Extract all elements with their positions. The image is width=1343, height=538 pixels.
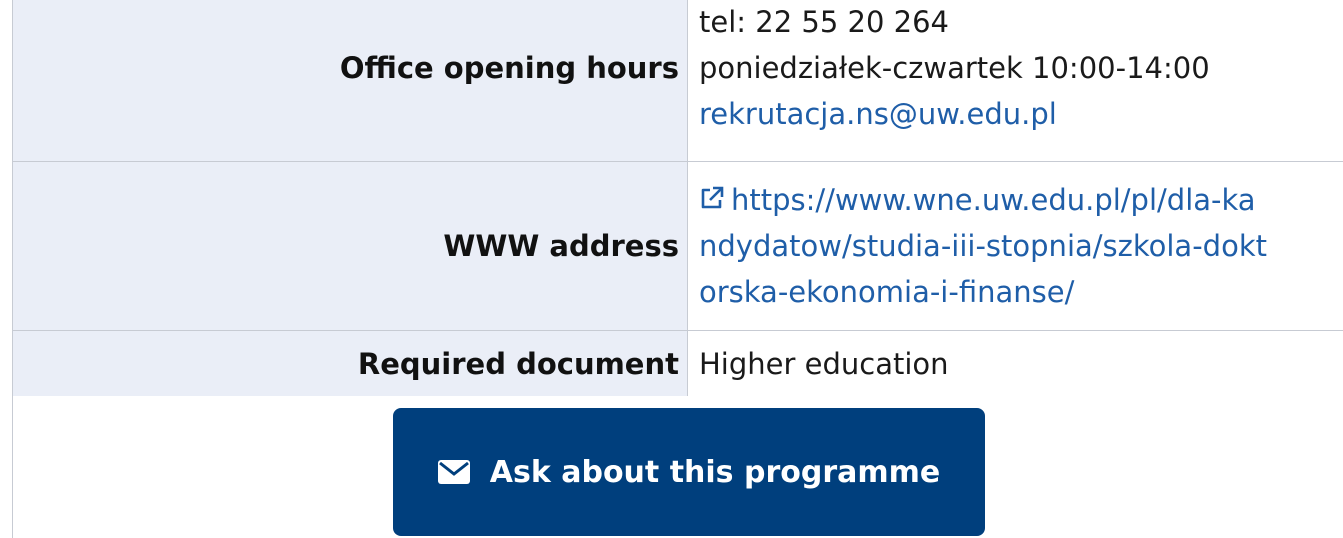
- table-row-www-address: WWW address https://www.wne.uw.edu.pl/pl…: [12, 161, 1343, 331]
- programme-info-table: Office opening hours tel: 22 55 20 264 p…: [12, 0, 1343, 398]
- phone-text: tel: 22 55 20 264: [699, 5, 949, 39]
- website-link-line: ndydatow/studia-iii-stopnia/szkola-dokt: [699, 229, 1267, 263]
- ask-about-programme-button[interactable]: Ask about this programme: [393, 408, 985, 536]
- office-hours-value: tel: 22 55 20 264 poniedziałek-czwartek …: [687, 0, 1343, 162]
- office-hours-label: Office opening hours: [12, 0, 688, 162]
- programme-details-page: Office opening hours tel: 22 55 20 264 p…: [0, 0, 1343, 538]
- table-row-required-document: Required document Higher education: [12, 330, 1343, 398]
- required-document-value: Higher education: [687, 330, 1343, 398]
- ask-button-label: Ask about this programme: [489, 454, 941, 490]
- table-row-office-hours: Office opening hours tel: 22 55 20 264 p…: [12, 0, 1343, 162]
- website-link[interactable]: https://www.wne.uw.edu.pl/pl/dla-ka ndyd…: [699, 177, 1343, 315]
- hours-text: poniedziałek-czwartek 10:00-14:00: [699, 51, 1210, 85]
- cta-area: Ask about this programme: [12, 396, 1343, 538]
- external-link-icon: [701, 186, 724, 209]
- website-link-line: orska-ekonomia-i-finanse/: [699, 275, 1075, 309]
- email-link[interactable]: rekrutacja.ns@uw.edu.pl: [699, 91, 1343, 137]
- www-address-label: WWW address: [12, 161, 688, 331]
- envelope-icon: [437, 460, 470, 484]
- website-link-line: https://www.wne.uw.edu.pl/pl/dla-ka: [731, 183, 1256, 217]
- required-document-label: Required document: [12, 330, 688, 398]
- www-address-value: https://www.wne.uw.edu.pl/pl/dla-ka ndyd…: [687, 161, 1343, 331]
